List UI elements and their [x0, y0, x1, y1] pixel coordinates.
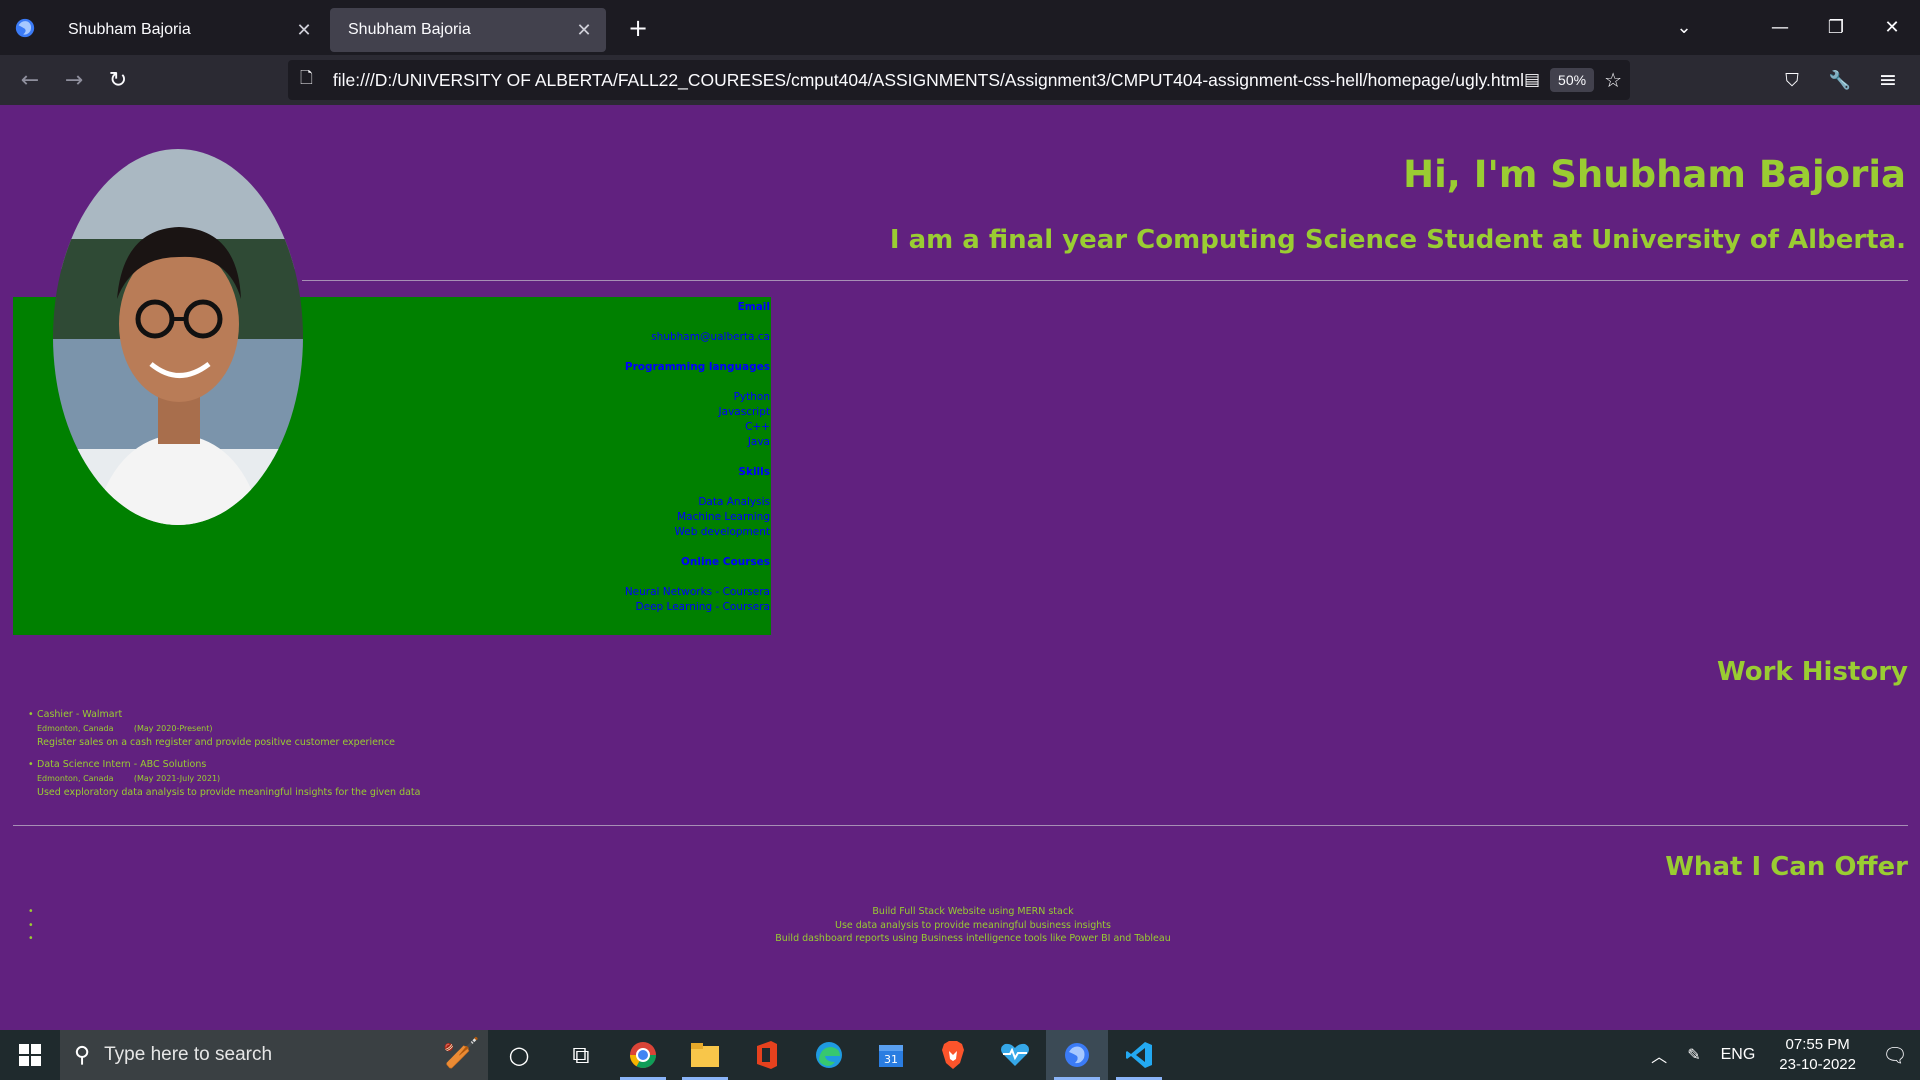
language-indicator[interactable]: ENG [1711, 1046, 1766, 1064]
page-title: Hi, I'm Shubham Bajoria [1403, 153, 1906, 196]
offer-item: • Build Full Stack Website using MERN sta… [28, 906, 1074, 917]
tab-title: Shubham Bajoria [348, 21, 471, 38]
job-location: Edmonton, Canada [37, 724, 114, 733]
new-tab-button[interactable]: + [618, 8, 658, 48]
language-item: C++ [745, 421, 770, 433]
chrome-icon[interactable] [612, 1030, 674, 1080]
language-item: Python [733, 391, 770, 403]
url-bar[interactable]: 🗋 file:///D:/UNIVERSITY OF ALBERTA/FALL2… [288, 60, 1630, 100]
skill-item: Data Analysis [698, 496, 770, 508]
course-item: Neural Networks - Coursera [624, 586, 770, 598]
job-title: Data Science Intern - ABC Solutions [37, 759, 207, 770]
task-view-icon[interactable]: ⧉ [550, 1030, 612, 1080]
clock[interactable]: 07:55 PM 23-10-2022 [1765, 1035, 1870, 1075]
job-item: • Data Science Intern - ABC Solutions Edm… [28, 759, 421, 798]
tab-bar: Shubham Bajoria ✕ Shubham Bajoria ✕ + ⌄ … [0, 0, 1920, 55]
job-title: Cashier - Walmart [37, 709, 123, 720]
reader-mode-icon[interactable]: ▤ [1524, 70, 1540, 90]
edge-icon[interactable] [798, 1030, 860, 1080]
job-list: • Cashier - Walmart Edmonton, Canada (May… [28, 708, 420, 808]
browser-tab-active[interactable]: Shubham Bajoria ✕ [330, 8, 606, 52]
language-item: Javascript [718, 406, 770, 418]
divider [302, 280, 1908, 281]
pen-icon[interactable]: ✎ [1677, 1045, 1710, 1065]
show-hidden-icons-icon[interactable]: ︿ [1641, 1043, 1677, 1067]
list-all-tabs-icon[interactable]: ⌄ [1656, 0, 1712, 55]
health-app-icon[interactable] [984, 1030, 1046, 1080]
nav-bar: ← → ↻ 🗋 file:///D:/UNIVERSITY OF ALBERTA… [0, 55, 1920, 105]
skills-heading: Skills [738, 466, 770, 478]
job-dates: (May 2020-Present) [133, 724, 213, 733]
page-viewport: Hi, I'm Shubham Bajoria I am a final yea… [0, 105, 1920, 1030]
clock-time: 07:55 PM [1785, 1036, 1850, 1053]
firefox-logo-icon[interactable] [0, 0, 50, 55]
email-value: shubham@ualberta.ca [651, 331, 770, 343]
job-dates: (May 2021-July 2021) [133, 774, 221, 783]
cortana-icon[interactable]: ○ [488, 1030, 550, 1080]
offer-item: • Build dashboard reports using Business … [28, 933, 1171, 944]
clock-date: 23-10-2022 [1779, 1056, 1856, 1073]
offer-item: • Use data analysis to provide meaningful… [28, 919, 1111, 931]
language-item: Java [747, 436, 770, 448]
tab-close-icon[interactable]: ✕ [294, 20, 314, 41]
page-subtitle: I am a final year Computing Science Stud… [889, 225, 1906, 255]
minimize-icon[interactable]: — [1752, 0, 1808, 55]
vscode-icon[interactable] [1108, 1030, 1170, 1080]
taskbar: ⚲ Type here to search 🏏 ○ ⧉ 31 ︿ ✎ ENG 0… [0, 1030, 1920, 1080]
job-item: • Cashier - Walmart Edmonton, Canada (May… [28, 708, 420, 750]
wrench-icon[interactable]: 🔧 [1818, 58, 1862, 102]
search-icon: ⚲ [74, 1042, 91, 1068]
brave-icon[interactable] [922, 1030, 984, 1080]
course-item: Deep Learning - Coursera [635, 601, 770, 613]
skill-item: Web development [674, 526, 771, 538]
back-icon[interactable]: ← [8, 58, 52, 102]
url-text[interactable]: file:///D:/UNIVERSITY OF ALBERTA/FALL22_… [333, 70, 1524, 91]
windows-start-icon[interactable] [0, 1030, 60, 1080]
search-placeholder: Type here to search [104, 1044, 273, 1065]
calendar-icon[interactable]: 31 [860, 1030, 922, 1080]
offer-text: Build Full Stack Website using MERN stac… [872, 906, 1074, 917]
close-icon[interactable]: ✕ [1864, 0, 1920, 55]
tab-close-icon[interactable]: ✕ [574, 20, 594, 41]
zoom-level[interactable]: 50% [1550, 68, 1595, 92]
profile-photo [53, 149, 303, 525]
tab-title: Shubham Bajoria [68, 21, 191, 38]
menu-icon[interactable]: ≡ [1866, 58, 1910, 102]
work-history-heading: Work History [1717, 657, 1908, 687]
office-icon[interactable] [736, 1030, 798, 1080]
forward-icon[interactable]: → [52, 58, 96, 102]
divider [13, 825, 1908, 826]
skill-item: Machine Learning [677, 511, 770, 523]
restore-icon[interactable]: ❐ [1808, 0, 1864, 55]
firefox-icon[interactable] [1046, 1030, 1108, 1080]
job-description: Register sales on a cash register and pr… [37, 737, 396, 748]
offer-heading: What I Can Offer [1665, 852, 1908, 882]
file-explorer-icon[interactable] [674, 1030, 736, 1080]
taskbar-search[interactable]: ⚲ Type here to search 🏏 [60, 1030, 488, 1080]
languages-heading: Programming languages [624, 361, 770, 373]
info-list: Email shubham@ualberta.ca Programming la… [625, 300, 770, 615]
bookmark-star-icon[interactable]: ☆ [1604, 68, 1622, 92]
job-description: Used exploratory data analysis to provid… [37, 787, 421, 798]
notification-icon[interactable]: 🗨 [1870, 1043, 1920, 1067]
pocket-icon[interactable]: ⛉ [1770, 58, 1814, 102]
offer-text: Use data analysis to provide meaningful … [835, 919, 1111, 931]
reload-icon[interactable]: ↻ [96, 58, 140, 102]
svg-text:31: 31 [884, 1053, 898, 1066]
email-heading: Email [737, 301, 770, 313]
offer-list: • Build Full Stack Website using MERN sta… [28, 905, 1918, 946]
browser-tab[interactable]: Shubham Bajoria ✕ [50, 8, 326, 52]
courses-heading: Online Courses [680, 556, 770, 568]
system-tray: ︿ ✎ ENG 07:55 PM 23-10-2022 🗨 [1641, 1030, 1920, 1080]
offer-text: Build dashboard reports using Business i… [775, 933, 1171, 944]
job-location: Edmonton, Canada [37, 774, 114, 783]
search-highlight-icon[interactable]: 🏏 [443, 1036, 480, 1071]
page-icon: 🗋 [300, 67, 313, 87]
